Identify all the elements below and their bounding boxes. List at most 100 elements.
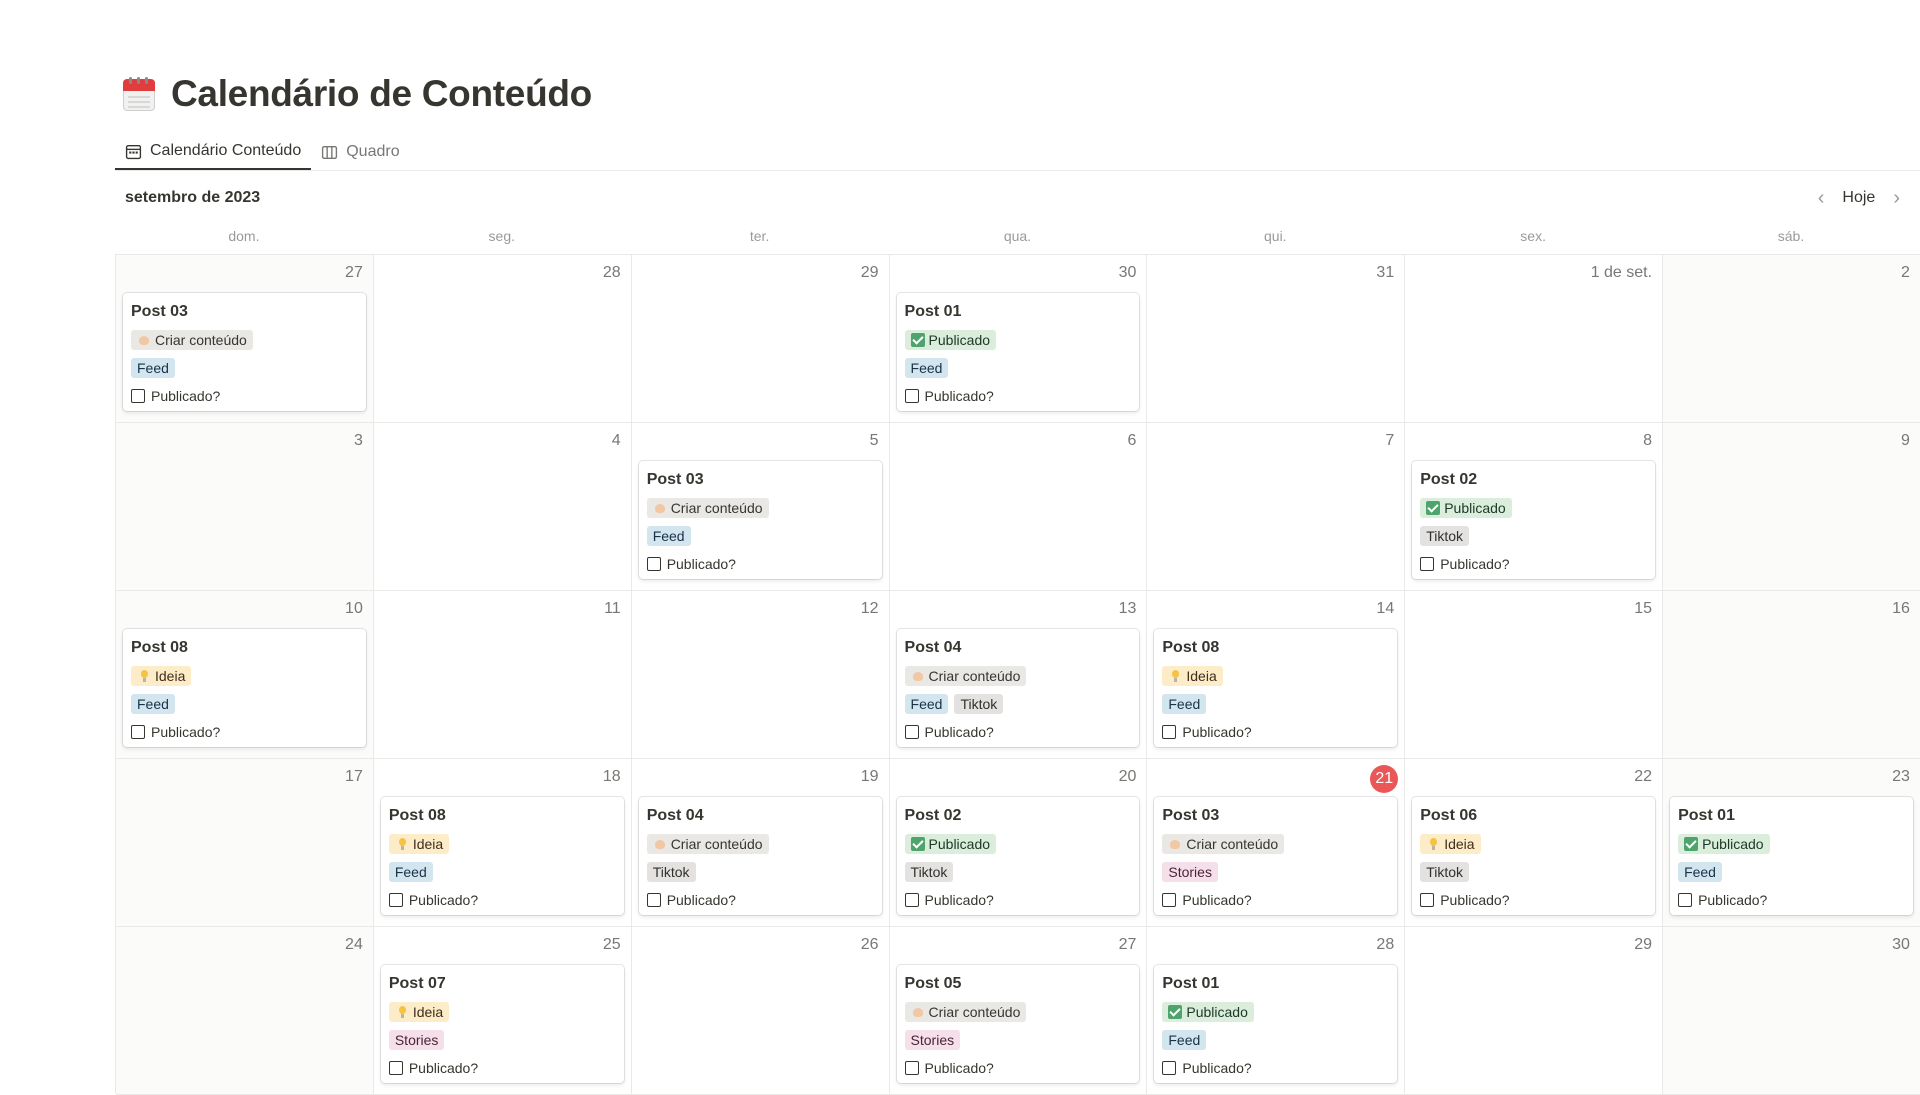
post-card[interactable]: Post 01 Publicado Feed Publicado? bbox=[1670, 797, 1913, 915]
post-card[interactable]: Post 05 Criar conteúdo Stories Publicado? bbox=[896, 965, 1140, 1083]
post-card[interactable]: Post 01 Publicado Feed Publicado? bbox=[1154, 965, 1398, 1083]
published-checkbox[interactable] bbox=[904, 389, 919, 403]
calendar-day-cell[interactable]: 2 bbox=[1663, 255, 1920, 423]
calendar-day-cell[interactable]: 17 bbox=[116, 759, 374, 927]
published-checkbox[interactable] bbox=[1420, 893, 1435, 907]
calendar-day-cell[interactable]: 26 bbox=[631, 927, 890, 1095]
post-card[interactable]: Post 02 Publicado Tiktok Publicado? bbox=[1412, 461, 1656, 579]
post-title: Post 04 bbox=[904, 639, 962, 656]
published-checkbox[interactable] bbox=[1420, 557, 1435, 571]
tab-calendar[interactable]: Calendário Conteúdo bbox=[115, 134, 312, 170]
calendar-day-cell[interactable]: 4 bbox=[373, 423, 632, 591]
status-tag: Criar conteúdo bbox=[646, 498, 769, 518]
status-label: Ideia bbox=[155, 668, 186, 684]
published-label: Publicado? bbox=[666, 892, 736, 908]
status-label: Ideia bbox=[412, 836, 444, 852]
bulb-icon bbox=[1426, 837, 1440, 851]
calendar-day-cell[interactable]: 13 Post 04 Criar conteúdo Feed Tiktok Publica… bbox=[889, 591, 1148, 759]
calendar-day-cell[interactable]: 29 bbox=[631, 255, 890, 423]
bulb-icon bbox=[395, 837, 409, 851]
calendar-day-cell[interactable]: 24 bbox=[116, 927, 374, 1095]
calendar-day-cell[interactable]: 9 bbox=[1663, 423, 1920, 591]
calendar-day-cell[interactable]: 3 bbox=[116, 423, 374, 591]
check-icon bbox=[910, 333, 925, 347]
calendar-day-cell[interactable]: 5 Post 03 Criar conteúdo Feed Publicado? bbox=[631, 423, 890, 591]
day-number: 6 bbox=[1127, 432, 1137, 449]
calendar-day-cell[interactable]: 10 Post 08 Ideia Feed Publicado? bbox=[116, 591, 374, 759]
published-checkbox[interactable] bbox=[646, 893, 661, 907]
calendar-day-cell[interactable]: 28 bbox=[373, 255, 632, 423]
published-checkbox[interactable] bbox=[1162, 725, 1177, 739]
post-card[interactable]: Post 03 Criar conteúdo Feed Publicado? bbox=[638, 461, 882, 579]
day-number: 4 bbox=[611, 432, 621, 449]
post-title: Post 02 bbox=[1420, 471, 1478, 488]
published-label: Publicado? bbox=[924, 892, 994, 908]
calendar-day-cell[interactable]: 27 Post 03 Criar conteúdo Feed Publicado? bbox=[116, 255, 374, 423]
day-number: 5 bbox=[869, 432, 879, 449]
published-checkbox[interactable] bbox=[1678, 893, 1693, 907]
status-label: Publicado bbox=[928, 332, 991, 348]
published-checkbox[interactable] bbox=[904, 725, 919, 739]
channel-tag: Stories bbox=[1162, 862, 1218, 882]
calendar-day-cell[interactable]: 23 Post 01 Publicado Feed Publicado? bbox=[1663, 759, 1920, 927]
published-checkbox[interactable] bbox=[904, 893, 919, 907]
calendar-day-cell[interactable]: 30 Post 01 Publicado Feed Publicado? bbox=[889, 255, 1148, 423]
calendar-day-cell[interactable]: 12 bbox=[631, 591, 890, 759]
calendar-day-cell[interactable]: 28 Post 01 Publicado Feed Publicado? bbox=[1147, 927, 1406, 1095]
tab-board[interactable]: Quadro bbox=[311, 134, 409, 170]
weekday-header: dom. seg. ter. qua. qui. sex. sáb. bbox=[115, 226, 1920, 252]
calendar-day-cell[interactable]: 14 Post 08 Ideia Feed Publicado? bbox=[1147, 591, 1406, 759]
channel-tag: Feed bbox=[131, 358, 175, 378]
calendar-day-cell[interactable]: 18 Post 08 Ideia Feed Publicado? bbox=[373, 759, 632, 927]
month-label: setembro de 2023 bbox=[125, 189, 261, 206]
chevron-right-icon[interactable]: › bbox=[1889, 187, 1904, 210]
calendar-day-cell[interactable]: 31 bbox=[1147, 255, 1406, 423]
channel-tag: Stories bbox=[388, 1030, 445, 1050]
today-button[interactable]: Hoje bbox=[1838, 189, 1879, 207]
published-checkbox[interactable] bbox=[131, 389, 145, 403]
calendar-day-cell[interactable]: 16 bbox=[1663, 591, 1920, 759]
calendar-day-cell[interactable]: 7 bbox=[1147, 423, 1406, 591]
calendar-day-cell[interactable]: 19 Post 04 Criar conteúdo Tiktok Publicado? bbox=[631, 759, 890, 927]
published-checkbox[interactable] bbox=[646, 557, 661, 571]
published-checkbox[interactable] bbox=[131, 725, 145, 739]
calendar-day-cell[interactable]: 21 Post 03 Criar conteúdo Stories Publicado? bbox=[1147, 759, 1406, 927]
calendar-day-cell[interactable]: 20 Post 02 Publicado Tiktok Publicado? bbox=[889, 759, 1148, 927]
calendar-day-cell[interactable]: 22 Post 06 Ideia Tiktok Publicado? bbox=[1405, 759, 1664, 927]
tab-label: Quadro bbox=[346, 143, 400, 160]
calendar-day-cell[interactable]: 8 Post 02 Publicado Tiktok Publicado? bbox=[1405, 423, 1664, 591]
today-day-badge: 21 bbox=[1370, 765, 1399, 793]
post-card[interactable]: Post 02 Publicado Tiktok Publicado? bbox=[896, 797, 1140, 915]
published-checkbox[interactable] bbox=[904, 1061, 919, 1075]
calendar-day-cell[interactable]: 25 Post 07 Ideia Stories Publicado? bbox=[373, 927, 632, 1095]
post-card[interactable]: Post 03 Criar conteúdo Feed Publicado? bbox=[123, 293, 366, 411]
post-card[interactable]: Post 08 Ideia Feed Publicado? bbox=[123, 629, 366, 747]
chevron-left-icon[interactable]: ‹ bbox=[1814, 187, 1829, 210]
post-card[interactable]: Post 08 Ideia Feed Publicado? bbox=[380, 797, 624, 915]
bulb-icon bbox=[137, 669, 151, 683]
post-card[interactable]: Post 04 Criar conteúdo Tiktok Publicado? bbox=[638, 797, 882, 915]
post-card[interactable]: Post 07 Ideia Stories Publicado? bbox=[380, 965, 624, 1083]
post-card[interactable]: Post 01 Publicado Feed Publicado? bbox=[896, 293, 1140, 411]
post-card[interactable]: Post 08 Ideia Feed Publicado? bbox=[1154, 629, 1398, 747]
bulb-icon bbox=[395, 1005, 409, 1019]
post-card[interactable]: Post 04 Criar conteúdo Feed Tiktok Publicado… bbox=[896, 629, 1140, 747]
status-tag: Ideia bbox=[131, 666, 192, 686]
calendar-day-cell[interactable]: 6 bbox=[889, 423, 1148, 591]
calendar-day-cell[interactable]: 30 bbox=[1663, 927, 1920, 1095]
calendar-day-cell[interactable]: 27 Post 05 Criar conteúdo Stories Publicado? bbox=[889, 927, 1148, 1095]
calendar-day-cell[interactable]: 1 de set. bbox=[1405, 255, 1664, 423]
published-checkbox[interactable] bbox=[388, 1061, 403, 1075]
post-card[interactable]: Post 06 Ideia Tiktok Publicado? bbox=[1412, 797, 1656, 915]
post-card[interactable]: Post 03 Criar conteúdo Stories Publicado? bbox=[1154, 797, 1398, 915]
day-number: 20 bbox=[1118, 768, 1137, 785]
calendar-day-cell[interactable]: 29 bbox=[1405, 927, 1664, 1095]
calendar-grid: 27 Post 03 Criar conteúdo Feed Publicado? 28 2… bbox=[115, 254, 1920, 1095]
day-number: 31 bbox=[1376, 264, 1395, 281]
published-label: Publicado? bbox=[1440, 556, 1510, 572]
calendar-day-cell[interactable]: 15 bbox=[1405, 591, 1664, 759]
published-checkbox[interactable] bbox=[388, 893, 403, 907]
published-checkbox[interactable] bbox=[1162, 893, 1177, 907]
published-checkbox[interactable] bbox=[1162, 1061, 1177, 1075]
calendar-day-cell[interactable]: 11 bbox=[373, 591, 632, 759]
